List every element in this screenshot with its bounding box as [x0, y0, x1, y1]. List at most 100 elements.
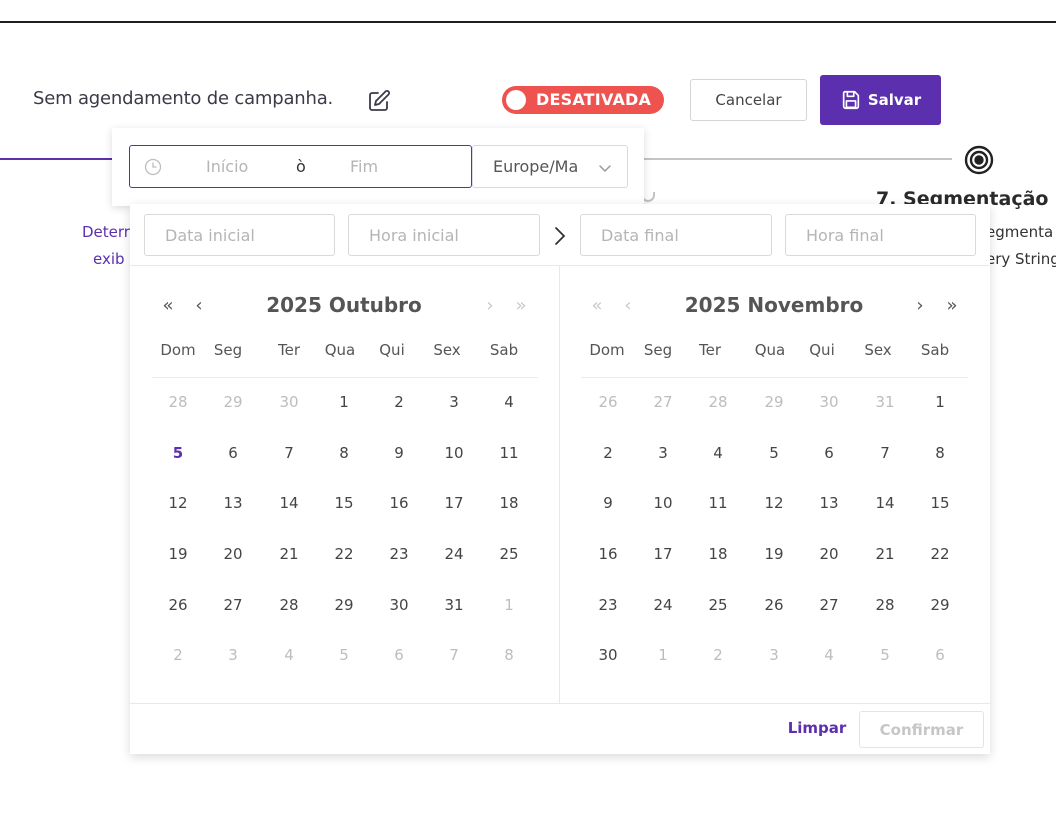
calendar-day[interactable]: 4 — [698, 440, 738, 466]
calendar-day[interactable]: 1 — [920, 389, 960, 415]
calendar-day[interactable]: 16 — [588, 541, 628, 567]
calendar-day[interactable]: 29 — [324, 592, 364, 618]
calendar-day[interactable]: 25 — [698, 592, 738, 618]
calendar-day[interactable]: 10 — [643, 490, 683, 516]
calendar-day[interactable]: 28 — [269, 592, 309, 618]
calendar-day[interactable]: 30 — [379, 592, 419, 618]
calendar-day[interactable]: 19 — [754, 541, 794, 567]
calendar-day[interactable]: 20 — [213, 541, 253, 567]
calendar-day[interactable]: 30 — [809, 389, 849, 415]
calendar-day[interactable]: 14 — [865, 490, 905, 516]
confirm-button[interactable]: Confirmar — [859, 711, 984, 748]
calendar-day[interactable]: 2 — [588, 440, 628, 466]
calendar-day[interactable]: 19 — [158, 541, 198, 567]
calendar-day[interactable]: 6 — [379, 642, 419, 668]
calendar-day[interactable]: 3 — [213, 642, 253, 668]
calendar-day[interactable]: 5 — [324, 642, 364, 668]
calendar-day[interactable]: 7 — [269, 440, 309, 466]
calendar-day[interactable]: 12 — [754, 490, 794, 516]
calendar-day[interactable]: 8 — [920, 440, 960, 466]
calendar-day[interactable]: 15 — [920, 490, 960, 516]
timezone-select[interactable]: Europe/Ma — [472, 145, 628, 188]
calendar-day[interactable]: 29 — [754, 389, 794, 415]
save-button[interactable]: Salvar — [820, 75, 941, 125]
month-title-right[interactable]: 2025 Novembro — [674, 293, 874, 317]
calendar-day[interactable]: 11 — [698, 490, 738, 516]
calendar-day[interactable]: 1 — [324, 389, 364, 415]
calendar-day[interactable]: 24 — [434, 541, 474, 567]
calendar-day[interactable]: 12 — [158, 490, 198, 516]
calendar-day[interactable]: 10 — [434, 440, 474, 466]
calendar-day[interactable]: 21 — [269, 541, 309, 567]
calendar-day[interactable]: 26 — [158, 592, 198, 618]
calendar-day[interactable]: 23 — [588, 592, 628, 618]
calendar-day[interactable]: 17 — [643, 541, 683, 567]
calendar-day[interactable]: 6 — [213, 440, 253, 466]
campaign-status-toggle[interactable]: DESATIVADA — [502, 86, 664, 114]
calendar-day[interactable]: 18 — [698, 541, 738, 567]
calendar-day[interactable]: 6 — [920, 642, 960, 668]
end-time-input[interactable]: Hora final — [785, 214, 976, 256]
calendar-day[interactable]: 13 — [809, 490, 849, 516]
calendar-day[interactable]: 14 — [269, 490, 309, 516]
calendar-day[interactable]: 18 — [489, 490, 529, 516]
calendar-day[interactable]: 26 — [754, 592, 794, 618]
edit-icon[interactable] — [367, 89, 391, 113]
calendar-day[interactable]: 3 — [643, 440, 683, 466]
calendar-day[interactable]: 27 — [809, 592, 849, 618]
calendar-day[interactable]: 13 — [213, 490, 253, 516]
calendar-day[interactable]: 27 — [643, 389, 683, 415]
calendar-day[interactable]: 3 — [754, 642, 794, 668]
next-year-button[interactable]: » — [941, 296, 963, 316]
calendar-day[interactable]: 4 — [809, 642, 849, 668]
calendar-day[interactable]: 7 — [865, 440, 905, 466]
month-title-left[interactable]: 2025 Outubro — [244, 293, 444, 317]
calendar-day[interactable]: 5 — [865, 642, 905, 668]
calendar-day[interactable]: 30 — [269, 389, 309, 415]
date-range-input[interactable]: Início ò Fim — [129, 145, 472, 188]
calendar-day[interactable]: 1 — [643, 642, 683, 668]
calendar-day[interactable]: 9 — [379, 440, 419, 466]
calendar-day[interactable]: 29 — [920, 592, 960, 618]
calendar-day[interactable]: 15 — [324, 490, 364, 516]
calendar-day[interactable]: 2 — [158, 642, 198, 668]
calendar-day[interactable]: 6 — [809, 440, 849, 466]
calendar-day[interactable]: 1 — [489, 592, 529, 618]
calendar-day[interactable]: 8 — [489, 642, 529, 668]
calendar-day[interactable]: 22 — [324, 541, 364, 567]
target-icon[interactable] — [963, 144, 995, 176]
calendar-day[interactable]: 31 — [434, 592, 474, 618]
cancel-button[interactable]: Cancelar — [690, 79, 807, 121]
prev-month-button[interactable]: ‹ — [188, 296, 210, 316]
calendar-day[interactable]: 28 — [698, 389, 738, 415]
calendar-day[interactable]: 23 — [379, 541, 419, 567]
calendar-day[interactable]: 8 — [324, 440, 364, 466]
calendar-day[interactable]: 27 — [213, 592, 253, 618]
next-month-button[interactable]: › — [909, 296, 931, 316]
calendar-day[interactable]: 5 — [754, 440, 794, 466]
clear-button[interactable]: Limpar — [782, 716, 852, 740]
calendar-day[interactable]: 29 — [213, 389, 253, 415]
calendar-day[interactable]: 4 — [489, 389, 529, 415]
calendar-day[interactable]: 2 — [379, 389, 419, 415]
calendar-day[interactable]: 9 — [588, 490, 628, 516]
calendar-day[interactable]: 25 — [489, 541, 529, 567]
calendar-day[interactable]: 24 — [643, 592, 683, 618]
calendar-day[interactable]: 17 — [434, 490, 474, 516]
calendar-day[interactable]: 21 — [865, 541, 905, 567]
calendar-day[interactable]: 3 — [434, 389, 474, 415]
calendar-day[interactable]: 30 — [588, 642, 628, 668]
calendar-day[interactable]: 31 — [865, 389, 905, 415]
calendar-day[interactable]: 26 — [588, 389, 628, 415]
calendar-day[interactable]: 7 — [434, 642, 474, 668]
calendar-day-today[interactable]: 5 — [158, 440, 198, 466]
prev-year-button[interactable]: « — [157, 296, 179, 316]
calendar-day[interactable]: 16 — [379, 490, 419, 516]
calendar-day[interactable]: 11 — [489, 440, 529, 466]
calendar-day[interactable]: 22 — [920, 541, 960, 567]
end-date-input[interactable]: Data final — [580, 214, 772, 256]
calendar-day[interactable]: 28 — [865, 592, 905, 618]
calendar-day[interactable]: 28 — [158, 389, 198, 415]
start-date-input[interactable]: Data inicial — [144, 214, 335, 256]
calendar-day[interactable]: 2 — [698, 642, 738, 668]
